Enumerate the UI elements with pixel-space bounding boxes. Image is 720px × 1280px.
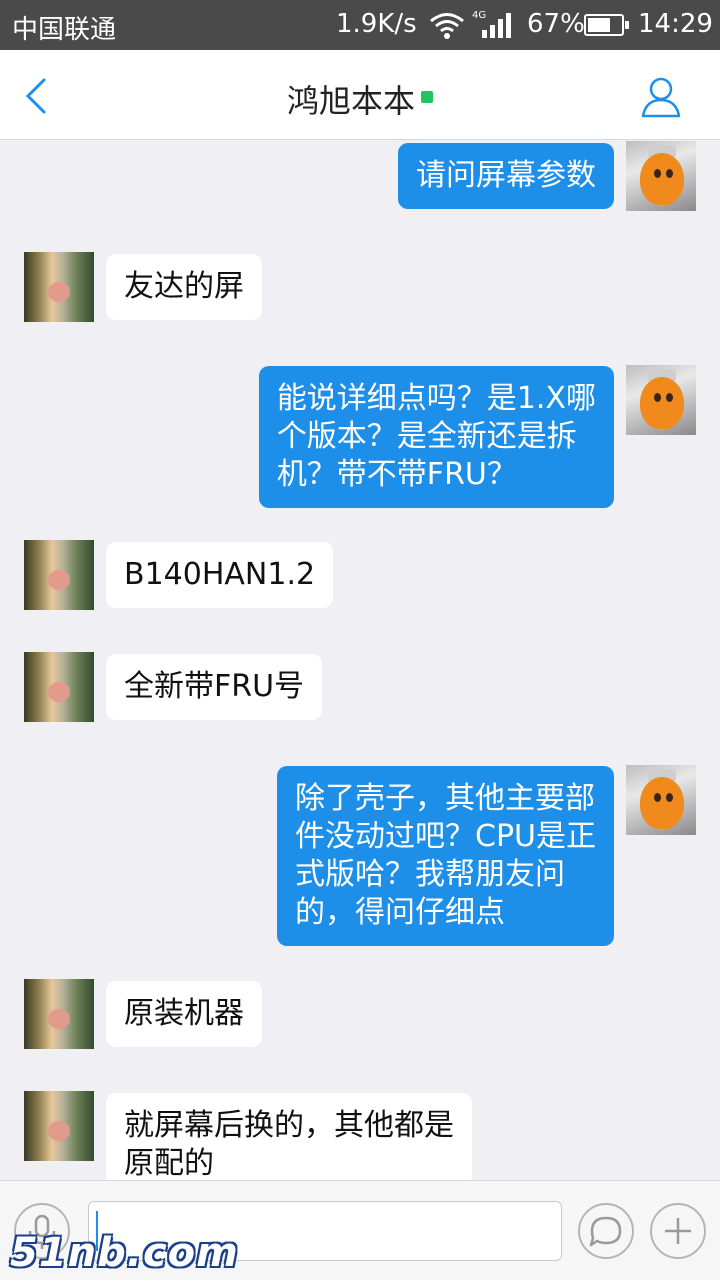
my-message-bubble[interactable]: 除了壳子，其他主要部 件没动过吧？CPU是正 式版哈？我帮朋友问 的，得问仔细点 bbox=[277, 766, 614, 946]
wifi-icon bbox=[428, 12, 466, 44]
my-message-bubble[interactable]: 请问屏幕参数 bbox=[398, 143, 614, 209]
contact-message-bubble[interactable]: B140HAN1.2 bbox=[106, 542, 334, 608]
contact-avatar[interactable] bbox=[24, 252, 94, 322]
contact-message-bubble[interactable]: 全新带FRU号 bbox=[106, 654, 323, 720]
carrier-name: 中国联通 bbox=[12, 15, 117, 45]
my-message-bubble[interactable]: 能说详细点吗？是1.X哪 个版本？是全新还是拆 机？带不带FRU？ bbox=[258, 366, 614, 508]
add-attachment-icon[interactable] bbox=[650, 1203, 706, 1259]
chat-header: 鸿旭本本 bbox=[0, 50, 720, 140]
clock: 14:29 bbox=[638, 9, 713, 39]
chat-bubble-icon[interactable] bbox=[578, 1203, 634, 1259]
status-bar: 中国联通 1.9K/s 4G 67% 14:29 bbox=[0, 0, 720, 50]
chat-title: 鸿旭本本 bbox=[286, 82, 415, 120]
contact-avatar[interactable] bbox=[24, 652, 94, 722]
message-list[interactable]: 请问屏幕参数 友达的屏 能说详细点吗？是1.X哪 个版本？是全新还是拆 机？带不… bbox=[0, 141, 720, 1180]
contact-message-bubble[interactable]: 原装机器 bbox=[106, 981, 262, 1047]
contact-avatar[interactable] bbox=[24, 1091, 94, 1161]
online-status-indicator bbox=[421, 91, 433, 103]
contact-avatar[interactable] bbox=[24, 979, 94, 1049]
cellular-signal-icon: 4G bbox=[472, 8, 514, 46]
contact-profile-icon[interactable] bbox=[638, 74, 684, 120]
battery-icon bbox=[584, 14, 629, 36]
network-type-label: 4G bbox=[472, 10, 486, 21]
my-avatar[interactable] bbox=[626, 365, 696, 435]
site-watermark: 51nb.com bbox=[10, 1230, 239, 1276]
my-avatar[interactable] bbox=[626, 765, 696, 835]
network-speed: 1.9K/s bbox=[336, 9, 417, 39]
battery-percent: 67% bbox=[527, 9, 585, 39]
contact-message-bubble[interactable]: 友达的屏 bbox=[106, 254, 262, 320]
contact-avatar[interactable] bbox=[24, 540, 94, 610]
contact-message-bubble[interactable]: 就屏幕后换的，其他都是 原配的 bbox=[106, 1093, 472, 1180]
my-avatar[interactable] bbox=[626, 141, 696, 211]
chat-title-wrap: 鸿旭本本 bbox=[0, 76, 720, 122]
